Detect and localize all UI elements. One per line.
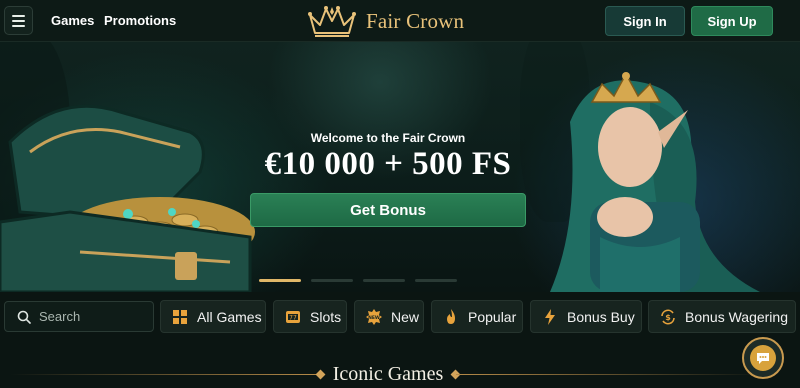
category-label: New xyxy=(391,308,420,325)
search-input[interactable] xyxy=(39,309,149,324)
hero-welcome-text: Welcome to the Fair Crown xyxy=(310,131,466,145)
category-label: Bonus Buy xyxy=(567,308,635,325)
svg-text:77: 77 xyxy=(289,314,297,321)
nav-promotions-link[interactable]: Promotions xyxy=(104,13,176,28)
flame-icon xyxy=(442,308,460,326)
hero-offer-title: €10 000 + 500 FS xyxy=(264,146,512,182)
category-slots[interactable]: 77 Slots xyxy=(273,300,347,333)
brand-logo[interactable]: Fair Crown xyxy=(306,3,464,39)
hero-banner[interactable]: Welcome to the Fair Crown €10 000 + 500 … xyxy=(0,42,800,292)
crown-icon xyxy=(308,6,356,37)
search-icon xyxy=(17,310,31,324)
chat-bubble-icon xyxy=(750,345,776,371)
category-label: Slots xyxy=(310,308,342,325)
top-header: Games Promotions Fair Crown Sign In Sign… xyxy=(0,0,800,42)
slot-machine-icon: 77 xyxy=(284,308,302,326)
grid-icon xyxy=(171,308,189,326)
slider-dot-1[interactable] xyxy=(259,279,301,282)
slider-pagination xyxy=(259,279,457,282)
lightning-icon xyxy=(541,308,559,326)
title-divider-right xyxy=(456,374,762,375)
slider-dot-3[interactable] xyxy=(363,279,405,282)
slider-dot-2[interactable] xyxy=(311,279,353,282)
menu-line xyxy=(12,14,25,17)
menu-line xyxy=(12,19,25,22)
category-new[interactable]: NEW New xyxy=(354,300,424,333)
svg-text:$: $ xyxy=(665,313,671,322)
category-bonus-buy[interactable]: Bonus Buy xyxy=(530,300,642,333)
menu-line xyxy=(12,24,25,27)
sign-up-button[interactable]: Sign Up xyxy=(691,6,773,36)
sign-in-button[interactable]: Sign In xyxy=(605,6,685,36)
get-bonus-button[interactable]: Get Bonus xyxy=(250,193,526,227)
category-label: All Games xyxy=(197,308,262,325)
nav-games-link[interactable]: Games xyxy=(51,13,94,28)
category-all-games[interactable]: All Games xyxy=(160,300,266,333)
hamburger-menu-button[interactable] xyxy=(4,6,33,35)
new-badge-icon: NEW xyxy=(365,308,383,326)
brand-name: Fair Crown xyxy=(366,8,465,33)
svg-text:NEW: NEW xyxy=(368,314,380,320)
category-label: Bonus Wagering xyxy=(685,308,788,325)
category-popular[interactable]: Popular xyxy=(431,300,523,333)
search-field[interactable] xyxy=(4,301,154,332)
live-chat-button[interactable] xyxy=(742,337,784,379)
category-bonus-wagering[interactable]: $ Bonus Wagering xyxy=(648,300,796,333)
dollar-exchange-icon: $ xyxy=(659,308,677,326)
slider-dot-4[interactable] xyxy=(415,279,457,282)
category-label: Popular xyxy=(468,308,517,325)
